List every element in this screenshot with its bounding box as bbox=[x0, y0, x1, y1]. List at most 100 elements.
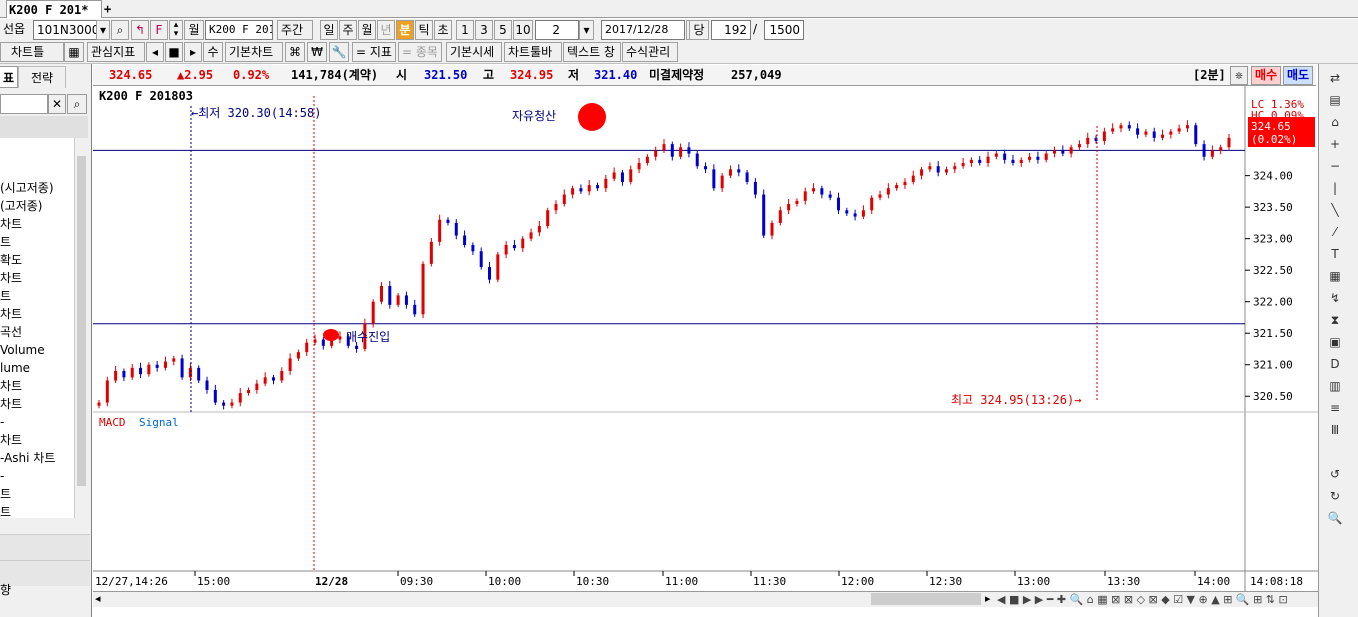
list-item[interactable]: - bbox=[0, 414, 4, 430]
text-tool-icon[interactable]: T bbox=[1324, 244, 1346, 264]
signal-icon[interactable]: ↯ bbox=[1324, 288, 1346, 308]
timer-icon[interactable]: ⧗ bbox=[1324, 310, 1346, 330]
clear-icon[interactable]: ✕ bbox=[48, 94, 66, 114]
count-input[interactable]: 192 bbox=[711, 20, 751, 40]
interval-dropdown-icon[interactable]: ▾ bbox=[579, 20, 594, 40]
layout-icon[interactable]: ▤ bbox=[1324, 90, 1346, 110]
auto-trend-icon[interactable]: ⁄ bbox=[1324, 222, 1346, 242]
second-button[interactable]: 초 bbox=[434, 20, 452, 40]
code-dropdown-icon[interactable]: ▾ bbox=[96, 20, 110, 40]
market-label[interactable]: 선옵 bbox=[0, 20, 32, 40]
trendline-icon[interactable]: ╲ bbox=[1324, 200, 1346, 220]
list-item[interactable]: 트 bbox=[0, 288, 11, 304]
interval-5-button[interactable]: 5 bbox=[494, 20, 512, 40]
won-button[interactable]: ₩ bbox=[307, 42, 327, 62]
interval-input[interactable]: 2 bbox=[535, 20, 579, 40]
data-icon[interactable]: D bbox=[1324, 354, 1346, 374]
indicator-button[interactable]: 관심지표 bbox=[87, 42, 145, 62]
horizontal-scrollbar[interactable]: ◂ ▸ ◀ ■ ▶ ▶ ━ ✚ 🔍 ⌂ ▦ ⊠ ⊠ ◇ ⊠ ◆ ☑ ▼ ⊕ ▲ … bbox=[93, 591, 1318, 607]
home-icon[interactable]: ⌂ bbox=[1324, 112, 1346, 132]
swap-icon[interactable]: ⇄ bbox=[1324, 68, 1346, 88]
list-item[interactable]: 차트 bbox=[0, 216, 22, 232]
tick-button[interactable]: 틱 bbox=[415, 20, 433, 40]
list-item[interactable]: 차트 bbox=[0, 378, 22, 394]
monthly-button[interactable]: 월 bbox=[358, 20, 376, 40]
list-item[interactable]: 확도 bbox=[0, 252, 22, 268]
list-item[interactable]: 트 bbox=[0, 234, 11, 250]
exit-marker[interactable] bbox=[578, 103, 606, 131]
settings-icon[interactable]: ❊ bbox=[1230, 66, 1248, 85]
chart-canvas[interactable]: 324.00 323.50 323.00 322.50 322.00 321.50 321.… bbox=[93, 86, 1318, 591]
minute-button[interactable]: 분 bbox=[396, 20, 414, 40]
table-icon[interactable]: ▥ bbox=[1324, 376, 1346, 396]
sell-button[interactable]: 매도 bbox=[1283, 66, 1313, 85]
bag-icon[interactable]: ⌘ bbox=[285, 42, 305, 62]
redo-icon[interactable]: ↻ bbox=[1324, 486, 1346, 506]
month-button[interactable]: 월 bbox=[184, 20, 204, 40]
scroll-thumb[interactable] bbox=[871, 593, 981, 605]
undo-icon[interactable]: ↺ bbox=[1324, 464, 1346, 484]
interval-1-button[interactable]: 1 bbox=[456, 20, 474, 40]
tab-strategy[interactable]: 전략 bbox=[18, 66, 66, 88]
list-item[interactable]: Volume bbox=[0, 342, 45, 358]
frame-grid-icon[interactable]: ▦ bbox=[64, 42, 84, 62]
period-button[interactable]: 주간 bbox=[277, 20, 313, 40]
item-eq-button[interactable]: = 종목 bbox=[398, 42, 442, 62]
spin-icon[interactable]: ▴ ▾ bbox=[169, 20, 183, 40]
count-button[interactable]: 수 bbox=[203, 42, 223, 62]
vline-icon[interactable]: | bbox=[1324, 178, 1346, 198]
basic-chart-button[interactable]: 기본차트 bbox=[225, 42, 283, 62]
chart-tab[interactable]: K200 F 201* bbox=[6, 0, 102, 18]
list-item[interactable]: 차트 bbox=[0, 306, 22, 322]
next-icon[interactable]: ▸ bbox=[184, 42, 202, 62]
entry-marker[interactable] bbox=[323, 329, 339, 341]
stop-icon[interactable]: ■ bbox=[165, 42, 183, 62]
hline-icon[interactable]: − bbox=[1324, 156, 1346, 176]
scroll-right-icon[interactable]: ▸ bbox=[985, 592, 991, 605]
panel-search-input[interactable] bbox=[0, 94, 48, 114]
chart-frame-button[interactable]: 차트틀 bbox=[0, 42, 64, 62]
indicator-eq-button[interactable]: = 지표 bbox=[352, 42, 396, 62]
wrench-icon[interactable]: 🔧 bbox=[329, 42, 349, 62]
panel-search-icon[interactable]: ⌕ bbox=[67, 94, 87, 114]
code-input[interactable]: 101N3000 bbox=[33, 20, 97, 40]
list-item[interactable]: 차트 bbox=[0, 396, 22, 412]
list-item[interactable]: - bbox=[0, 468, 4, 484]
tab-indicator[interactable]: 표 bbox=[0, 66, 18, 88]
total-input[interactable]: 1500 bbox=[764, 20, 804, 40]
list-item[interactable]: 차트 bbox=[0, 432, 22, 448]
buy-button[interactable]: 매수 bbox=[1251, 66, 1281, 85]
list-item[interactable]: lume bbox=[0, 360, 30, 376]
list-scrollbar[interactable] bbox=[74, 138, 88, 518]
code-link-icon[interactable]: ↰ bbox=[131, 20, 149, 40]
prev-icon[interactable]: ◂ bbox=[146, 42, 164, 62]
columns-icon[interactable]: Ⅲ bbox=[1324, 420, 1346, 440]
chart-toolbar-button[interactable]: 차트툴바 bbox=[504, 42, 562, 62]
interval-3-button[interactable]: 3 bbox=[475, 20, 493, 40]
add-tab-button[interactable]: + bbox=[104, 0, 116, 18]
list-icon[interactable]: ≡ bbox=[1324, 398, 1346, 418]
chart-area[interactable]: 324.00 323.50 323.00 322.50 322.00 321.50 321.… bbox=[93, 86, 1318, 606]
list-item[interactable]: (고저종) bbox=[0, 198, 42, 214]
box-icon[interactable]: ▣ bbox=[1324, 332, 1346, 352]
list-item[interactable]: 곡선 bbox=[0, 324, 22, 340]
list-item[interactable]: 차트 bbox=[0, 270, 22, 286]
crosshair-icon[interactable]: + bbox=[1324, 134, 1346, 154]
current-button[interactable]: 당 bbox=[689, 20, 709, 40]
search-icon[interactable]: ⌕ bbox=[111, 20, 129, 40]
list-item[interactable]: 트 bbox=[0, 486, 11, 502]
date-input[interactable]: 2017/12/28 bbox=[601, 20, 685, 40]
week-button[interactable]: 주 bbox=[339, 20, 357, 40]
code-sync-icon[interactable]: F bbox=[150, 20, 168, 40]
chart-tool-strip[interactable]: ◀ ■ ▶ ▶ ━ ✚ 🔍 ⌂ ▦ ⊠ ⊠ ◇ ⊠ ◆ ☑ ▼ ⊕ ▲ ⊞ 🔍 … bbox=[997, 592, 1317, 607]
basic-quote-button[interactable]: 기본시세 bbox=[446, 42, 502, 62]
text-window-button[interactable]: 텍스트 창 bbox=[563, 42, 621, 62]
formula-button[interactable]: 수식관리 bbox=[622, 42, 678, 62]
interval-10-button[interactable]: 10 bbox=[513, 20, 533, 40]
zoom-icon[interactable]: 🔍 bbox=[1324, 508, 1346, 528]
year-button[interactable]: 년 bbox=[377, 20, 395, 40]
day-button[interactable]: 일 bbox=[320, 20, 338, 40]
list-item[interactable]: 트 bbox=[0, 504, 11, 518]
list-item[interactable]: -Ashi 차트 bbox=[0, 450, 55, 466]
scroll-left-icon[interactable]: ◂ bbox=[95, 592, 101, 605]
